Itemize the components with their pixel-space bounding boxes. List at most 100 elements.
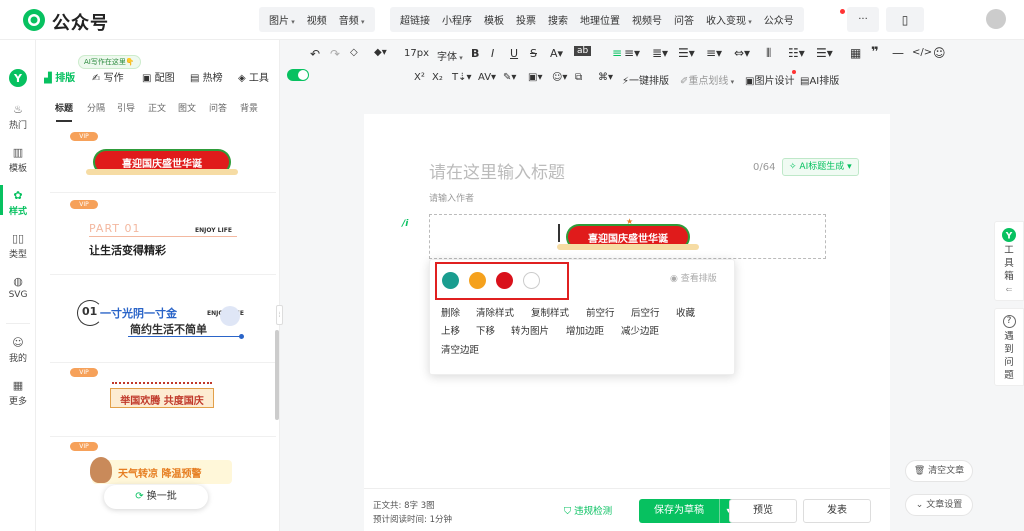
- one-click-layout-button[interactable]: ⚡一键排版: [622, 72, 669, 87]
- rail-item-svg[interactable]: ◍ SVG: [0, 275, 36, 300]
- publish-button[interactable]: 发表: [803, 499, 871, 523]
- subtab-background[interactable]: 背景: [240, 101, 258, 114]
- title-input[interactable]: 请在这里输入标题: [429, 158, 565, 183]
- font-size-select[interactable]: 17px: [404, 48, 429, 59]
- nav-channels[interactable]: 视频号: [626, 12, 668, 27]
- rail-item-type[interactable]: ▯▯ 类型: [0, 232, 36, 260]
- tab-layout[interactable]: ▟ 排版: [44, 69, 75, 84]
- indent-icon[interactable]: ≣▾: [652, 46, 668, 60]
- html-icon[interactable]: ⧉: [575, 72, 582, 83]
- popup-action[interactable]: 清除样式: [476, 305, 514, 319]
- refresh-button[interactable]: ⟳ 换一批: [104, 485, 208, 509]
- style-card-2[interactable]: VIP PART 01 ENJOY LIFE 让生活变得精彩: [52, 198, 272, 266]
- line-height-icon[interactable]: ☰▾: [678, 46, 695, 60]
- rail-item-more[interactable]: ▦ 更多: [0, 379, 36, 407]
- underline-icon[interactable]: U: [510, 47, 518, 60]
- strikethrough-icon[interactable]: S: [530, 47, 537, 60]
- paint-bucket-icon[interactable]: ◆▾: [374, 47, 387, 58]
- highlight-button[interactable]: ✐重点划线: [680, 72, 734, 87]
- ai-title-button[interactable]: ✧ AI标题生成 ▾: [782, 158, 859, 176]
- tab-writing[interactable]: ✍ 写作: [92, 69, 124, 84]
- rail-item-mine[interactable]: ☺ 我的: [0, 336, 36, 364]
- image-design-button[interactable]: ▣图片设计: [745, 72, 794, 87]
- subtab-divider[interactable]: 分隔: [87, 101, 105, 114]
- emoji-icon[interactable]: ☺: [933, 46, 946, 60]
- panel-collapse-handle[interactable]: ⦙: [276, 305, 283, 325]
- nav-vote[interactable]: 投票: [510, 12, 542, 27]
- subtab-qa[interactable]: 问答: [209, 101, 227, 114]
- popup-action[interactable]: 减少边距: [621, 323, 659, 337]
- tab-tools[interactable]: ◈ 工具: [238, 69, 269, 84]
- eraser-icon[interactable]: ◇: [350, 47, 358, 58]
- nav-search[interactable]: 搜索: [542, 12, 574, 27]
- editor-side-icon[interactable]: /i: [402, 219, 408, 229]
- style-card-1[interactable]: VIP 喜迎国庆盛世华诞: [52, 130, 272, 188]
- view-layout-button[interactable]: ◉ 查看排版: [670, 271, 717, 284]
- toolbox-panel-button[interactable]: Y 工具箱 ⇐: [994, 221, 1024, 301]
- popup-action[interactable]: 增加边距: [566, 323, 604, 337]
- nav-gzh[interactable]: 公众号: [758, 12, 800, 27]
- popup-action[interactable]: 清空边距: [441, 342, 479, 356]
- quote-icon[interactable]: ❞: [871, 45, 879, 60]
- ordered-list-icon[interactable]: ☰▾: [816, 46, 833, 60]
- letter-spacing-icon[interactable]: ⇔▾: [734, 46, 750, 60]
- code-icon[interactable]: </>: [912, 47, 932, 58]
- align-left-icon[interactable]: ≡: [612, 46, 622, 60]
- italic-icon[interactable]: I: [491, 47, 494, 60]
- style-card-3[interactable]: 01 一寸光阴一寸金 ENJOY LIFE 简约生活不简单: [52, 286, 272, 354]
- emoji-insert-icon[interactable]: ☺▾: [552, 72, 567, 83]
- article-settings-button[interactable]: ⌄ 文章设置: [905, 494, 973, 516]
- tab-images[interactable]: ▣ 配图: [142, 69, 175, 84]
- superscript-icon[interactable]: X²: [414, 72, 425, 83]
- panel-scrollbar[interactable]: [275, 330, 279, 420]
- subtab-body[interactable]: 正文: [148, 101, 166, 114]
- popup-action[interactable]: 后空行: [631, 305, 660, 319]
- ai-layout-button[interactable]: ▤AI排版: [800, 72, 839, 87]
- nav-template[interactable]: 模板: [478, 12, 510, 27]
- text-indent-icon[interactable]: T⇣▾: [452, 72, 472, 83]
- link-icon[interactable]: ⌘▾: [598, 72, 613, 83]
- subscript-icon[interactable]: X₂: [432, 72, 443, 83]
- nav-image[interactable]: 图片: [263, 12, 301, 27]
- save-draft-button[interactable]: 保存为草稿: [639, 499, 719, 523]
- clear-article-button[interactable]: 🗑 清空文章: [905, 460, 973, 482]
- compliance-check-button[interactable]: ⛉ 违规检测: [564, 503, 612, 517]
- color-swatch[interactable]: [442, 272, 459, 289]
- undo-icon[interactable]: ↶: [310, 47, 320, 61]
- nav-miniprogram[interactable]: 小程序: [436, 12, 478, 27]
- columns-icon[interactable]: ⦀: [766, 46, 771, 61]
- bullet-list-icon[interactable]: ☷▾: [788, 46, 805, 60]
- color-swatch[interactable]: [469, 272, 486, 289]
- font-family-select[interactable]: 字体: [437, 48, 463, 63]
- image-insert-icon[interactable]: ▣▾: [528, 72, 542, 83]
- nav-video[interactable]: 视频: [301, 12, 333, 27]
- panel-toggle[interactable]: [287, 69, 309, 81]
- divider-icon[interactable]: —: [892, 46, 904, 60]
- rail-item-hot[interactable]: ♨ 热门: [0, 103, 36, 131]
- nav-audio[interactable]: 音频: [333, 12, 371, 27]
- bold-icon[interactable]: B: [471, 47, 479, 60]
- popup-action[interactable]: 复制样式: [531, 305, 569, 319]
- font-color-icon[interactable]: A▾: [550, 47, 563, 60]
- pen-icon[interactable]: ✎▾: [503, 72, 516, 83]
- popup-action[interactable]: 转为图片: [511, 323, 549, 337]
- popup-action[interactable]: 删除: [441, 305, 460, 319]
- more-menu-button[interactable]: ···: [847, 7, 879, 32]
- avatar[interactable]: [986, 9, 1006, 29]
- preview-button[interactable]: 预览: [729, 499, 797, 523]
- rail-item-style[interactable]: ✿ 样式: [0, 189, 36, 217]
- char-spacing-icon[interactable]: AV▾: [478, 72, 496, 83]
- popup-action[interactable]: 上移: [441, 323, 460, 337]
- tab-hot-list[interactable]: ▤ 热榜: [190, 69, 223, 84]
- subtab-image-text[interactable]: 图文: [178, 101, 196, 114]
- color-swatch[interactable]: [523, 272, 540, 289]
- nav-hyperlink[interactable]: 超链接: [394, 12, 436, 27]
- author-input[interactable]: 请输入作者: [429, 191, 474, 204]
- redo-icon[interactable]: ↷: [330, 47, 340, 61]
- color-swatch[interactable]: [496, 272, 513, 289]
- nav-qa[interactable]: 问答: [668, 12, 700, 27]
- format-brush-button[interactable]: ab: [574, 46, 592, 56]
- popup-action[interactable]: 前空行: [586, 305, 615, 319]
- help-panel-button[interactable]: ? 遇到问题: [994, 308, 1024, 386]
- align-center-icon[interactable]: ≡▾: [624, 46, 640, 60]
